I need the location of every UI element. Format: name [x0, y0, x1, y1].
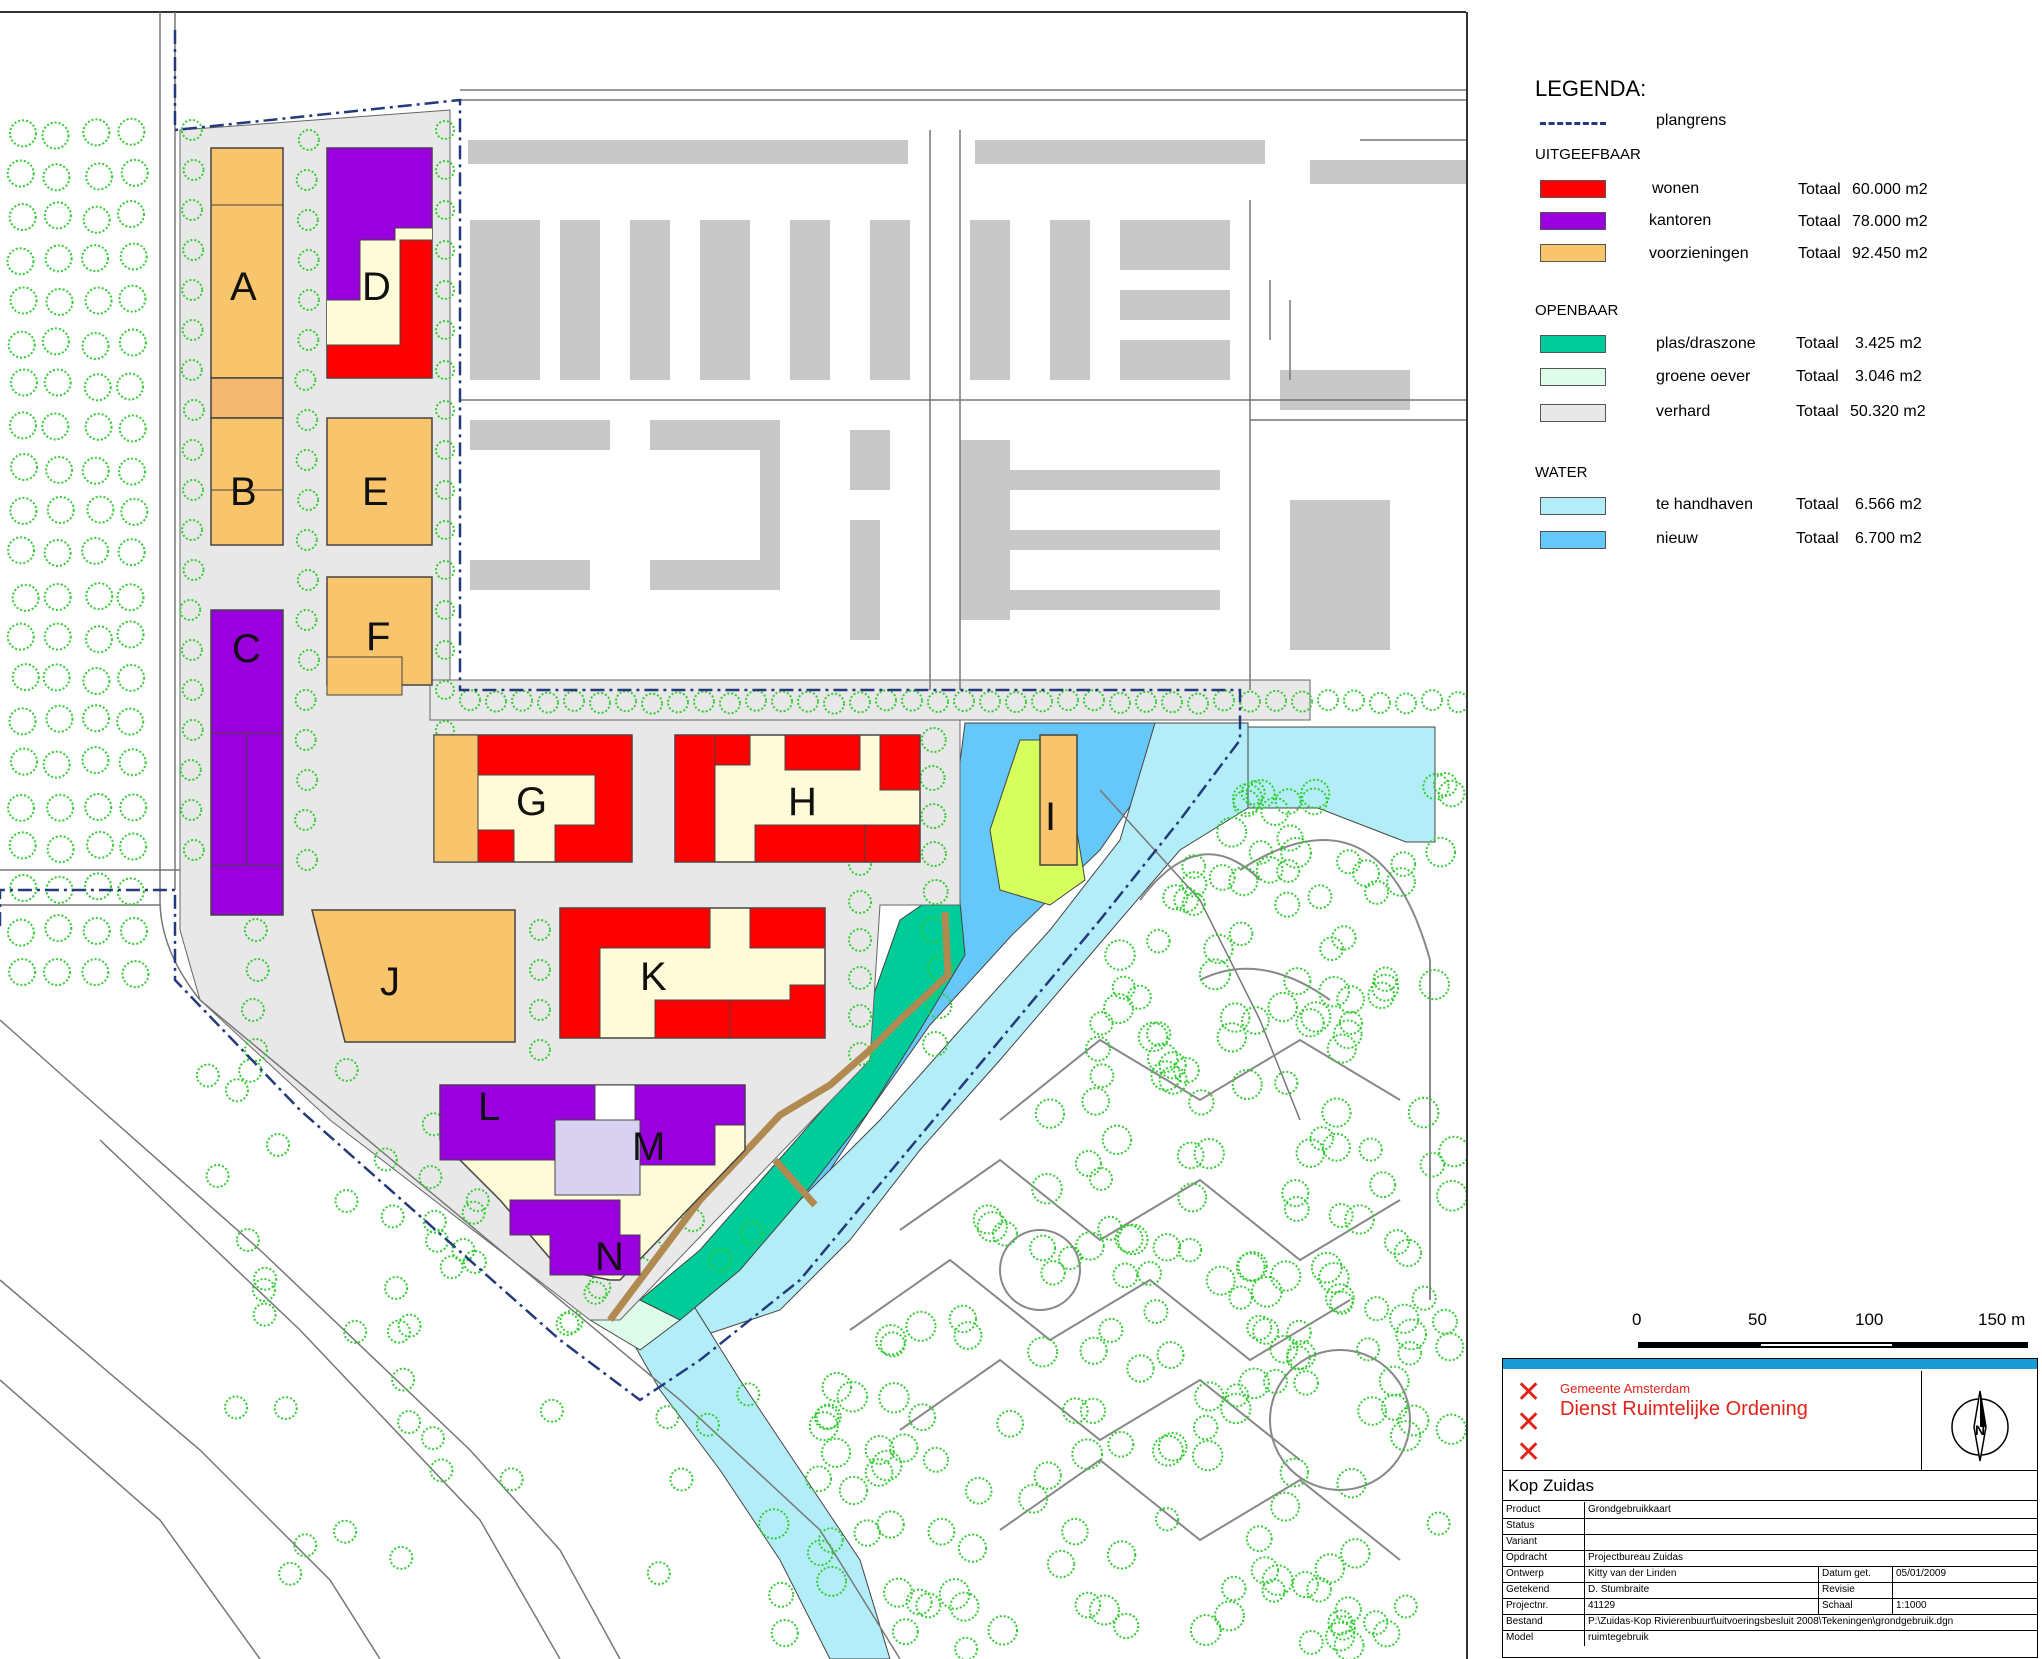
- plot-a: [210, 147, 284, 379]
- compass-box: N: [1921, 1371, 2038, 1471]
- north-arrow-icon: N: [1951, 1390, 2009, 1462]
- tb-value-bestand: P:\Zuidas-Kop Rivierenbuurt\uitvoeringsb…: [1588, 1616, 1954, 1627]
- legend-title: LEGENDA:: [1535, 76, 1647, 101]
- tb-label-projectnr: Projectnr.: [1506, 1600, 1549, 1611]
- legend-label-nieuw: nieuw: [1656, 530, 1698, 547]
- tb-row-variant: Variant: [1502, 1534, 2038, 1551]
- legend-totaal-voorzieningen: Totaal: [1798, 245, 1841, 262]
- legend-label-groene-oever: groene oever: [1656, 368, 1751, 385]
- legend-swatch-nieuw: [1540, 531, 1606, 549]
- legend-label-plas-draszone: plas/draszone: [1656, 335, 1756, 352]
- legend-totaal-nieuw: Totaal: [1796, 530, 1839, 547]
- legend-totaal-kantoren: Totaal: [1798, 213, 1841, 230]
- tb-row-ontwerp: Ontwerp Kitty van der Linden Datum get. …: [1502, 1566, 2038, 1583]
- tb-row-product: Product Grondgebruikkaart: [1502, 1502, 2038, 1519]
- tb-row-status: Status: [1502, 1518, 2038, 1535]
- tb-label-schaal: Schaal: [1822, 1600, 1853, 1611]
- tb-row-projectnr: Projectnr. 41129 Schaal 1:1000: [1502, 1598, 2038, 1615]
- scale-tick-100: 100: [1855, 1310, 1884, 1329]
- legend-swatch-groene-oever: [1540, 368, 1606, 386]
- plot-label-h: H: [788, 780, 817, 824]
- legend-swatch-te-handhaven: [1540, 497, 1606, 515]
- legend-area-kantoren: 78.000 m2: [1852, 213, 1928, 230]
- legend-label-kantoren: kantoren: [1649, 212, 1712, 229]
- tb-row-bestand: Bestand P:\Zuidas-Kop Rivierenbuurt\uitv…: [1502, 1614, 2038, 1631]
- legend-area-groene-oever: 3.046 m2: [1855, 368, 1922, 385]
- legend-swatch-voorzieningen: [1540, 244, 1606, 262]
- tb-label-status: Status: [1506, 1520, 1535, 1531]
- legend-area-voorzieningen: 92.450 m2: [1852, 245, 1928, 262]
- plot-label-d: D: [362, 265, 391, 309]
- legend-section-openbaar: OPENBAAR: [1535, 302, 1619, 319]
- tb-label-bestand: Bestand: [1506, 1616, 1543, 1627]
- plot-label-k: K: [640, 955, 667, 999]
- legend-swatch-wonen: [1540, 180, 1606, 198]
- legend-area-verhard: 50.320 m2: [1850, 403, 1926, 420]
- plot-label-l: L: [478, 1085, 500, 1129]
- legend-swatch-kantoren: [1540, 212, 1606, 230]
- tb-value-product: Grondgebruikkaart: [1588, 1504, 1671, 1515]
- tb-value-schaal: 1:1000: [1896, 1600, 1927, 1611]
- plot-label-i: I: [1045, 795, 1056, 839]
- tb-label-getekend: Getekend: [1506, 1584, 1550, 1595]
- tb-value-model: ruimtegebruik: [1588, 1632, 1649, 1643]
- legend-totaal-groene-oever: Totaal: [1796, 368, 1839, 385]
- tb-value-ontwerp: Kitty van der Linden: [1588, 1568, 1677, 1579]
- project-name: Kop Zuidas: [1508, 1476, 1594, 1495]
- tb-row-opdracht: Opdracht Projectbureau Zuidas: [1502, 1550, 2038, 1567]
- dept-name: Dienst Ruimtelijke Ordening: [1560, 1398, 1808, 1420]
- plot-label-c: C: [232, 627, 261, 671]
- tb-label-revisie: Revisie: [1822, 1584, 1855, 1595]
- tb-label-model: Model: [1506, 1632, 1534, 1643]
- legend-totaal-verhard: Totaal: [1796, 403, 1839, 420]
- legend-label-te-handhaven: te handhaven: [1656, 496, 1753, 513]
- legend-totaal-wonen: Totaal: [1798, 181, 1841, 198]
- legend-area-nieuw: 6.700 m2: [1855, 530, 1922, 547]
- tb-value-datum: 05/01/2009: [1896, 1568, 1947, 1579]
- land-use-map: A B C D E F G H I J K L M N: [0, 0, 1466, 1659]
- legend-section-uitgeefbaar: UITGEEFBAAR: [1535, 146, 1641, 163]
- legend-totaal-te-handhaven: Totaal: [1796, 496, 1839, 513]
- compass-label: N: [1975, 1422, 1985, 1438]
- legend-area-wonen: 60.000 m2: [1852, 181, 1928, 198]
- plot-j: [311, 909, 516, 1043]
- plot-label-b: B: [230, 470, 257, 514]
- legend-area-te-handhaven: 6.566 m2: [1855, 496, 1922, 513]
- amsterdam-cross-icon: ✕ ✕ ✕: [1516, 1376, 1542, 1469]
- legend-label-verhard: verhard: [1656, 403, 1711, 420]
- tb-label-product: Product: [1506, 1504, 1541, 1515]
- plot-label-j: J: [380, 960, 400, 1004]
- plot-label-e: E: [362, 470, 389, 514]
- legend-label-voorzieningen: voorzieningen: [1649, 245, 1749, 262]
- tb-row-getekend: Getekend D. Stumbraite Revisie: [1502, 1582, 2038, 1599]
- plangrens-symbol: [1540, 122, 1606, 125]
- scale-tick-50: 50: [1748, 1310, 1767, 1329]
- legend-totaal-plas-draszone: Totaal: [1796, 335, 1839, 352]
- tb-value-getekend: D. Stumbraite: [1588, 1584, 1650, 1595]
- plangrens-label: plangrens: [1656, 112, 1727, 129]
- tb-label-ontwerp: Ontwerp: [1506, 1568, 1544, 1579]
- scale-tick-150: 150 m: [1978, 1310, 2026, 1329]
- scale-tick-0: 0: [1632, 1310, 1642, 1329]
- legend-swatch-plas-draszone: [1540, 335, 1606, 353]
- plot-label-g: G: [516, 780, 547, 824]
- plot-label-n: N: [595, 1235, 624, 1279]
- tb-row-model: Model ruimtegebruik: [1502, 1630, 2038, 1646]
- tb-label-variant: Variant: [1506, 1536, 1537, 1547]
- legend-swatch-verhard: [1540, 404, 1606, 422]
- tb-label-datum: Datum get.: [1822, 1568, 1871, 1579]
- org-name: Gemeente Amsterdam: [1560, 1381, 1691, 1396]
- plot-label-f: F: [366, 615, 390, 659]
- title-block-topbar: [1503, 1359, 2037, 1369]
- legend-area-plas-draszone: 3.425 m2: [1855, 335, 1922, 352]
- map-sheet: A B C D E F G H I J K L M N LEGENDA: pla…: [0, 0, 2042, 1659]
- plot-label-m: M: [632, 1125, 665, 1169]
- tb-label-opdracht: Opdracht: [1506, 1552, 1548, 1563]
- tb-value-opdracht: Projectbureau Zuidas: [1588, 1552, 1684, 1563]
- scale-bar: [1638, 1342, 2028, 1348]
- tb-value-projectnr: 41129: [1588, 1600, 1616, 1611]
- legend-section-water: WATER: [1535, 464, 1588, 481]
- plot-label-a: A: [230, 265, 257, 309]
- legend-label-wonen: wonen: [1652, 180, 1700, 197]
